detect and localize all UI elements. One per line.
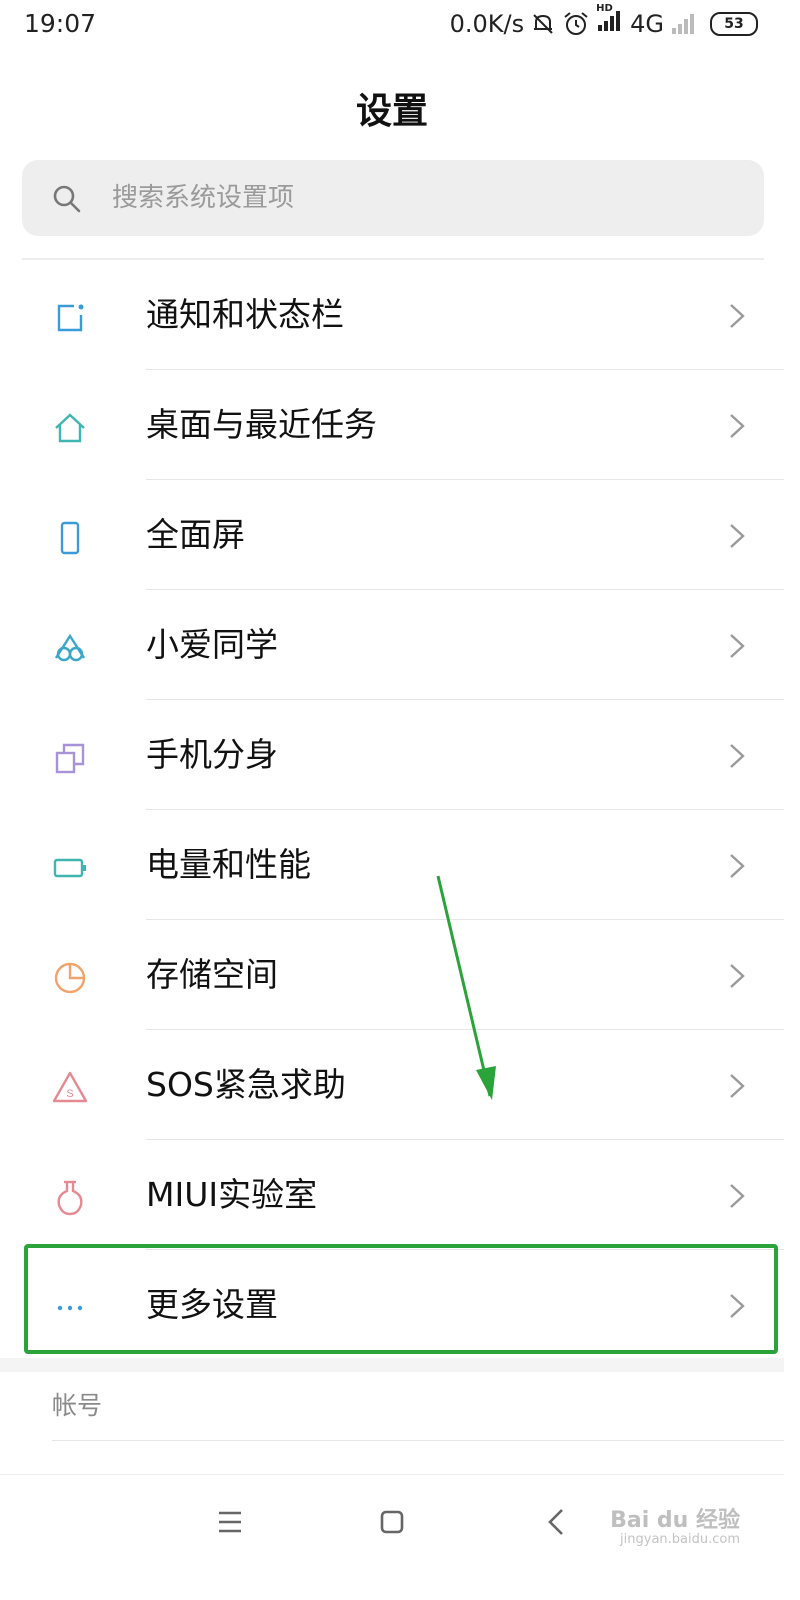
- divider: [52, 1440, 784, 1441]
- hd-signal: HD: [596, 3, 624, 39]
- second-space-icon: [55, 743, 85, 774]
- settings-item-label: 存储空间: [146, 955, 278, 994]
- back-icon[interactable]: [516, 1475, 596, 1569]
- chevron-right-icon: [730, 964, 745, 988]
- status-icons: 0.0K/s HD 4G 53: [449, 3, 758, 39]
- annotation-arrow: [436, 875, 496, 1100]
- network-type: 4G: [630, 10, 664, 38]
- settings-item-label: 通知和状态栏: [146, 295, 344, 334]
- menu-icon[interactable]: [190, 1475, 270, 1569]
- net-speed: 0.0K/s: [449, 10, 525, 38]
- settings-item-battery[interactable]: 电量和性能: [0, 810, 784, 920]
- settings-item-more-settings[interactable]: 更多设置: [0, 1250, 784, 1360]
- settings-item-xiaoai[interactable]: 小爱同学: [0, 590, 784, 700]
- watermark-text: Bai du 经验: [610, 1508, 740, 1533]
- account-section-header: 帐号: [52, 1391, 103, 1420]
- notification-icon: [57, 304, 84, 332]
- settings-item-label: 全面屏: [146, 515, 245, 554]
- page-title: 设置: [355, 91, 428, 132]
- settings-item-notifications[interactable]: 通知和状态栏: [0, 260, 784, 370]
- settings-item-label: 小爱同学: [146, 625, 278, 664]
- settings-item-label: 桌面与最近任务: [146, 405, 377, 444]
- mute-bell-icon: [533, 14, 553, 34]
- chevron-right-icon: [730, 634, 745, 658]
- chevron-right-icon: [730, 854, 745, 878]
- phone-screen-icon: [60, 521, 80, 555]
- chevron-right-icon: [730, 1184, 745, 1208]
- search-bar[interactable]: 搜索系统设置项: [22, 160, 764, 236]
- battery-level: 53: [724, 16, 744, 32]
- section-divider: [0, 1358, 784, 1372]
- chevron-right-icon: [730, 744, 745, 768]
- more-dots-icon: [57, 1305, 83, 1311]
- chevron-right-icon: [730, 304, 745, 328]
- xiaoai-icon: [54, 633, 86, 662]
- storage-pie-icon: [54, 962, 86, 994]
- chevron-right-icon: [730, 524, 745, 548]
- home-square-icon[interactable]: [352, 1475, 432, 1569]
- chevron-right-icon: [730, 1074, 745, 1098]
- sos-icon: S: [52, 1071, 88, 1103]
- signal-weak-icon: [672, 14, 694, 34]
- settings-item-label: 更多设置: [146, 1285, 278, 1324]
- search-icon: [53, 185, 81, 213]
- settings-item-miui-lab[interactable]: MIUI实验室: [0, 1140, 784, 1250]
- settings-item-label: MIUI实验室: [146, 1175, 318, 1214]
- search-input[interactable]: 搜索系统设置项: [112, 160, 294, 236]
- battery-performance-icon: [53, 858, 86, 878]
- settings-item-second-space[interactable]: 手机分身: [0, 700, 784, 810]
- status-time: 19:07: [24, 9, 97, 38]
- settings-item-label: SOS紧急求助: [146, 1065, 346, 1104]
- settings-item-full-screen[interactable]: 全面屏: [0, 480, 784, 590]
- settings-item-sos[interactable]: S SOS紧急求助: [0, 1030, 784, 1140]
- settings-item-label: 手机分身: [146, 735, 278, 774]
- lab-flask-icon: [57, 1180, 83, 1216]
- status-bar: 19:07 0.0K/s HD 4G 53: [0, 0, 784, 52]
- watermark-sub: jingyan.baidu.com: [620, 1532, 740, 1547]
- settings-item-home-screen[interactable]: 桌面与最近任务: [0, 370, 784, 480]
- alarm-clock-icon: [564, 12, 588, 35]
- chevron-right-icon: [730, 414, 745, 438]
- chevron-right-icon: [730, 1294, 745, 1318]
- settings-item-label: 电量和性能: [146, 845, 311, 884]
- home-icon: [55, 413, 85, 443]
- battery-icon: 53: [710, 12, 758, 36]
- settings-list: 通知和状态栏 桌面与最近任务 全面屏 小爱同学 手机分身 电量和性能 存储空间 …: [0, 260, 784, 1360]
- svg-text:S: S: [66, 1088, 73, 1100]
- hd-tag: HD: [596, 3, 613, 14]
- settings-item-storage[interactable]: 存储空间: [0, 920, 784, 1030]
